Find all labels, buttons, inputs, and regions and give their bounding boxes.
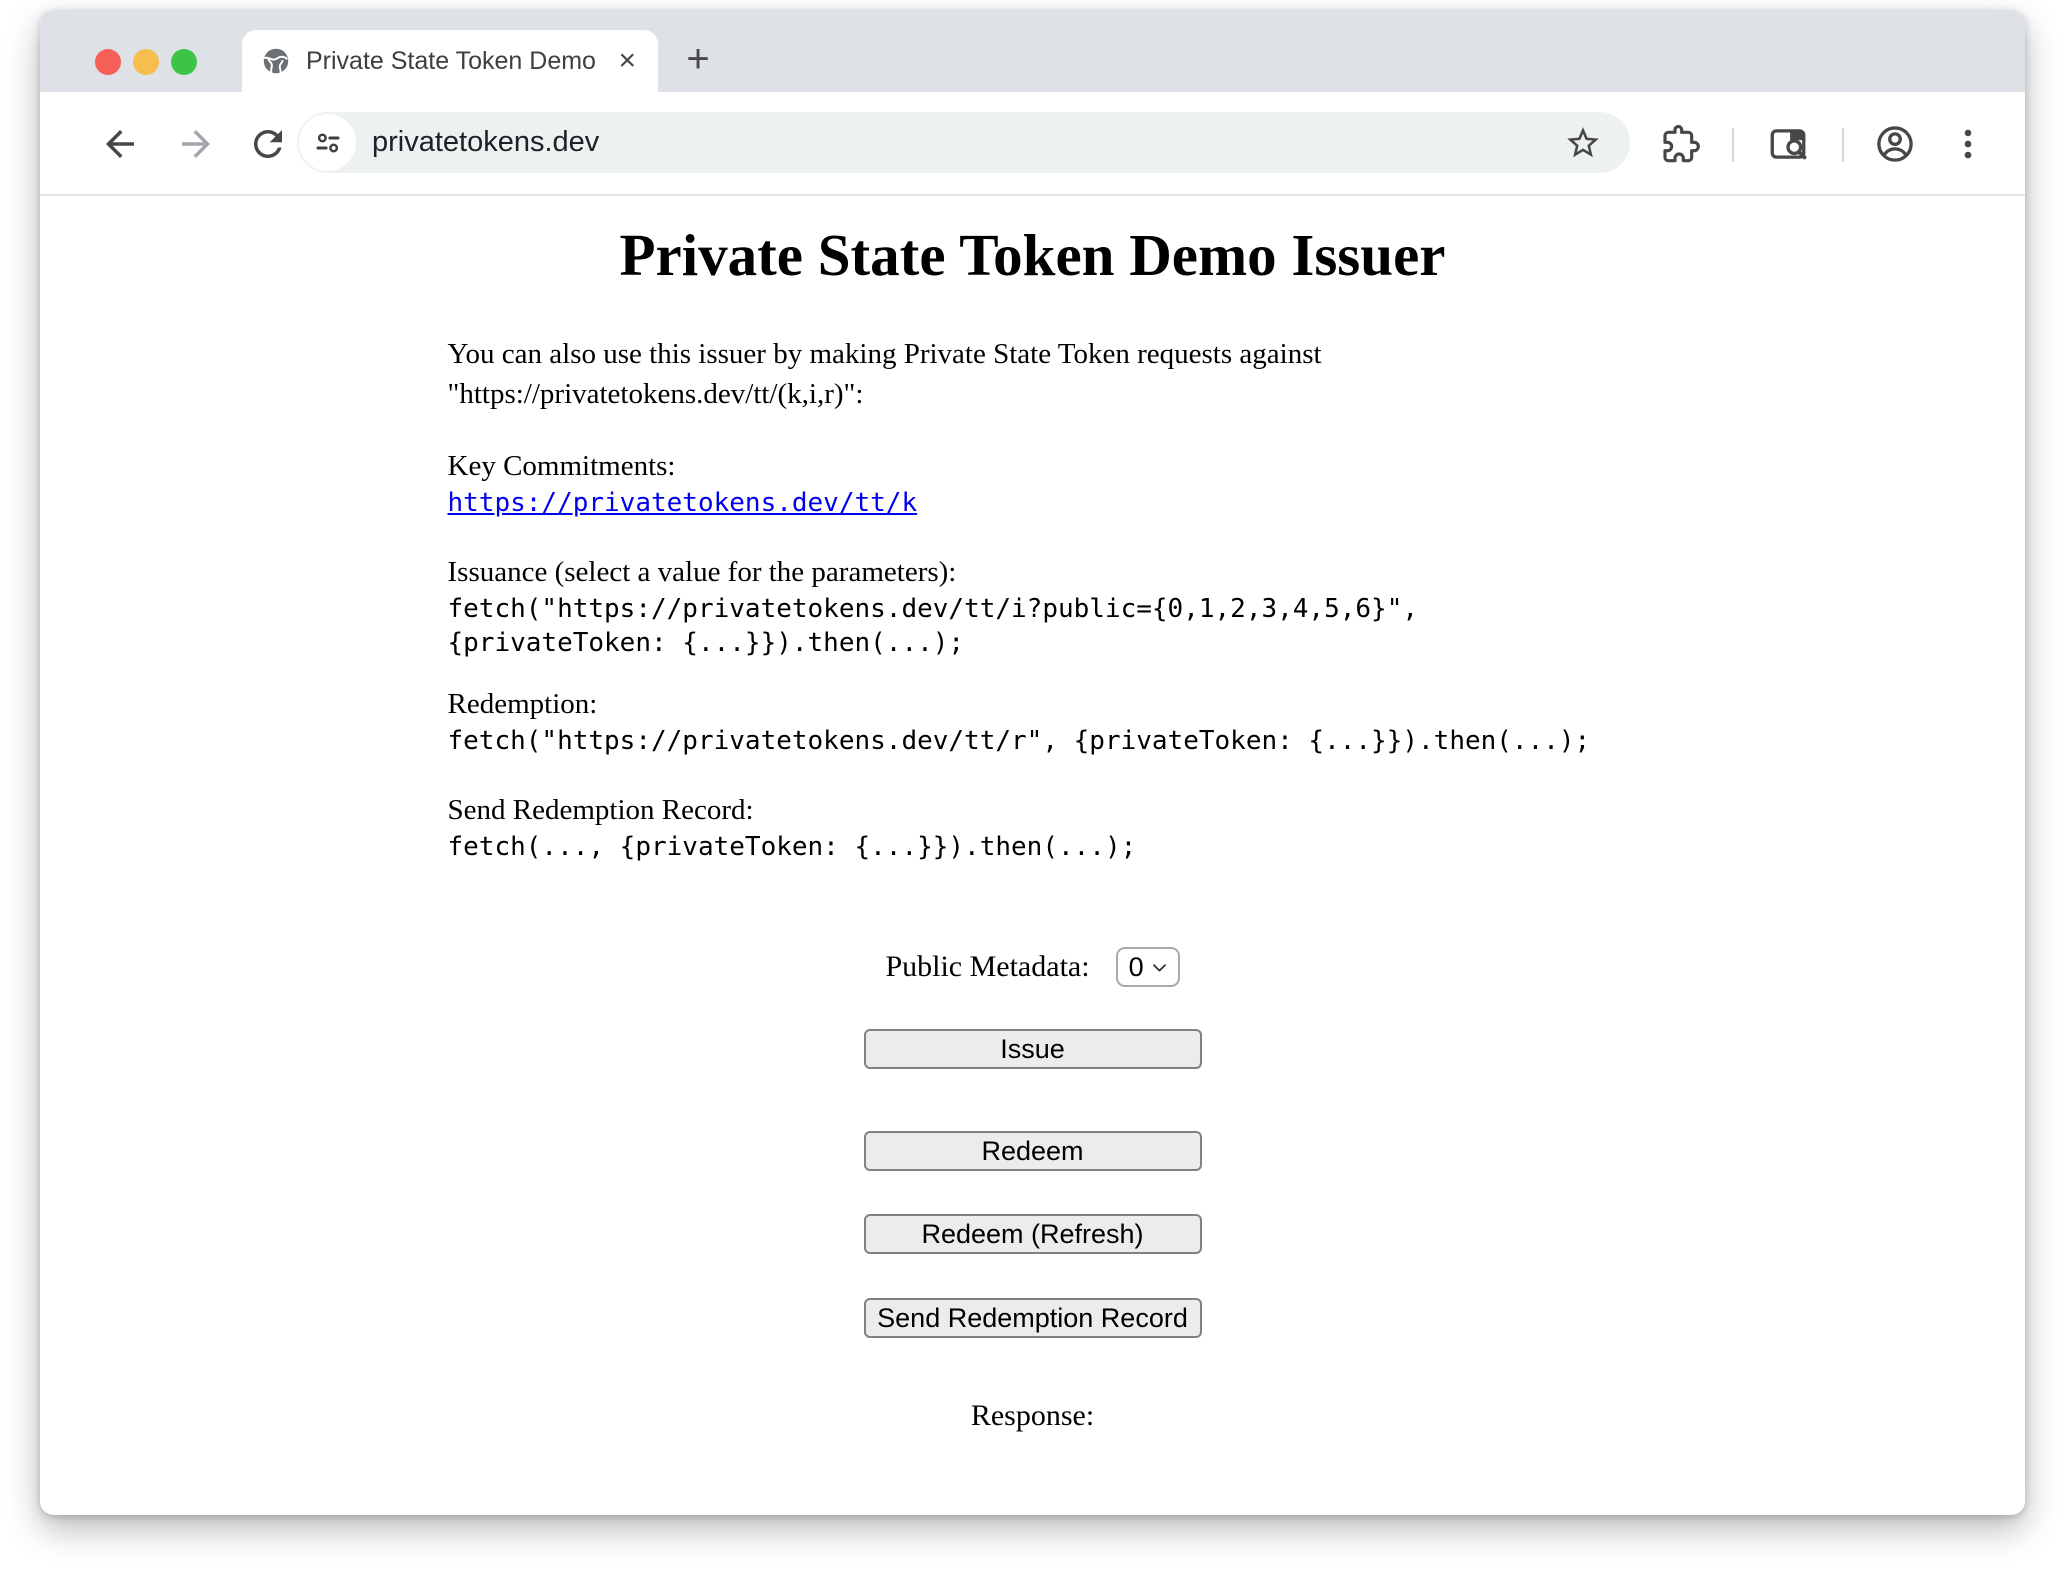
redemption-section: Redemption: fetch("https://privatetokens… [448, 684, 1618, 758]
redeem-refresh-button[interactable]: Redeem (Refresh) [864, 1214, 1202, 1254]
profile-icon[interactable] [1870, 119, 1920, 169]
issuance-label: Issuance (select a value for the paramet… [448, 552, 1618, 592]
zoom-window-button[interactable] [171, 49, 197, 75]
intro-line-1: You can also use this issuer by making P… [448, 334, 1618, 374]
forward-icon[interactable] [172, 120, 220, 168]
url-bar[interactable]: privatetokens.dev [297, 112, 1630, 173]
new-tab-button[interactable]: + [678, 40, 718, 80]
menu-kebab-icon[interactable] [1943, 119, 1993, 169]
side-panel-search-icon[interactable] [1763, 119, 1813, 169]
issuance-code-line-1: fetch("https://privatetokens.dev/tt/i?pu… [448, 592, 1618, 626]
globe-favicon-icon [262, 47, 290, 75]
send-redemption-record-code: fetch(..., {privateToken: {...}}).then(.… [448, 830, 1618, 864]
bookmark-star-icon[interactable] [1564, 124, 1602, 162]
tab-strip: Private State Token Demo × + [40, 10, 2025, 92]
issuance-section: Issuance (select a value for the paramet… [448, 552, 1618, 660]
chevron-down-icon [1150, 958, 1169, 977]
browser-window: Private State Token Demo × + [40, 10, 2025, 1515]
intro-paragraph: You can also use this issuer by making P… [448, 334, 1618, 414]
redeem-button[interactable]: Redeem [864, 1131, 1202, 1171]
toolbar-divider [1732, 128, 1734, 162]
reload-icon[interactable] [244, 120, 292, 168]
send-redemption-record-label: Send Redemption Record: [448, 790, 1618, 830]
redemption-label: Redemption: [448, 684, 1618, 724]
key-commitments-section: Key Commitments: https://privatetokens.d… [448, 446, 1618, 520]
page-title: Private State Token Demo Issuer [40, 222, 2025, 288]
browser-tab[interactable]: Private State Token Demo × [242, 30, 658, 92]
back-icon[interactable] [96, 120, 144, 168]
traffic-lights [95, 49, 197, 75]
send-redemption-record-section: Send Redemption Record: fetch(..., {priv… [448, 790, 1618, 864]
public-metadata-select[interactable]: 0 [1116, 947, 1180, 987]
send-redemption-record-button[interactable]: Send Redemption Record [864, 1298, 1202, 1338]
toolbar-divider [1842, 128, 1844, 162]
key-commitments-label: Key Commitments: [448, 446, 1618, 486]
issuance-code-line-2: {privateToken: {...}}).then(...); [448, 626, 1618, 660]
page-content: Private State Token Demo Issuer You can … [40, 196, 2025, 1513]
response-label: Response: [40, 1396, 2025, 1436]
browser-toolbar: privatetokens.dev [40, 92, 2025, 196]
key-commitments-link[interactable]: https://privatetokens.dev/tt/k [448, 486, 1618, 520]
public-metadata-value: 0 [1129, 952, 1144, 983]
public-metadata-row: Public Metadata: 0 [40, 947, 2025, 987]
site-settings-icon[interactable] [299, 114, 356, 171]
extensions-icon[interactable] [1655, 119, 1705, 169]
redemption-code: fetch("https://privatetokens.dev/tt/r", … [448, 724, 1618, 758]
issue-button[interactable]: Issue [864, 1029, 1202, 1069]
tab-close-icon[interactable]: × [616, 47, 638, 75]
tab-title: Private State Token Demo [306, 47, 616, 76]
url-text[interactable]: privatetokens.dev [372, 126, 1564, 159]
public-metadata-label: Public Metadata: [885, 950, 1089, 984]
close-window-button[interactable] [95, 49, 121, 75]
intro-line-2: "https://privatetokens.dev/tt/(k,i,r)": [448, 374, 1618, 414]
minimize-window-button[interactable] [133, 49, 159, 75]
